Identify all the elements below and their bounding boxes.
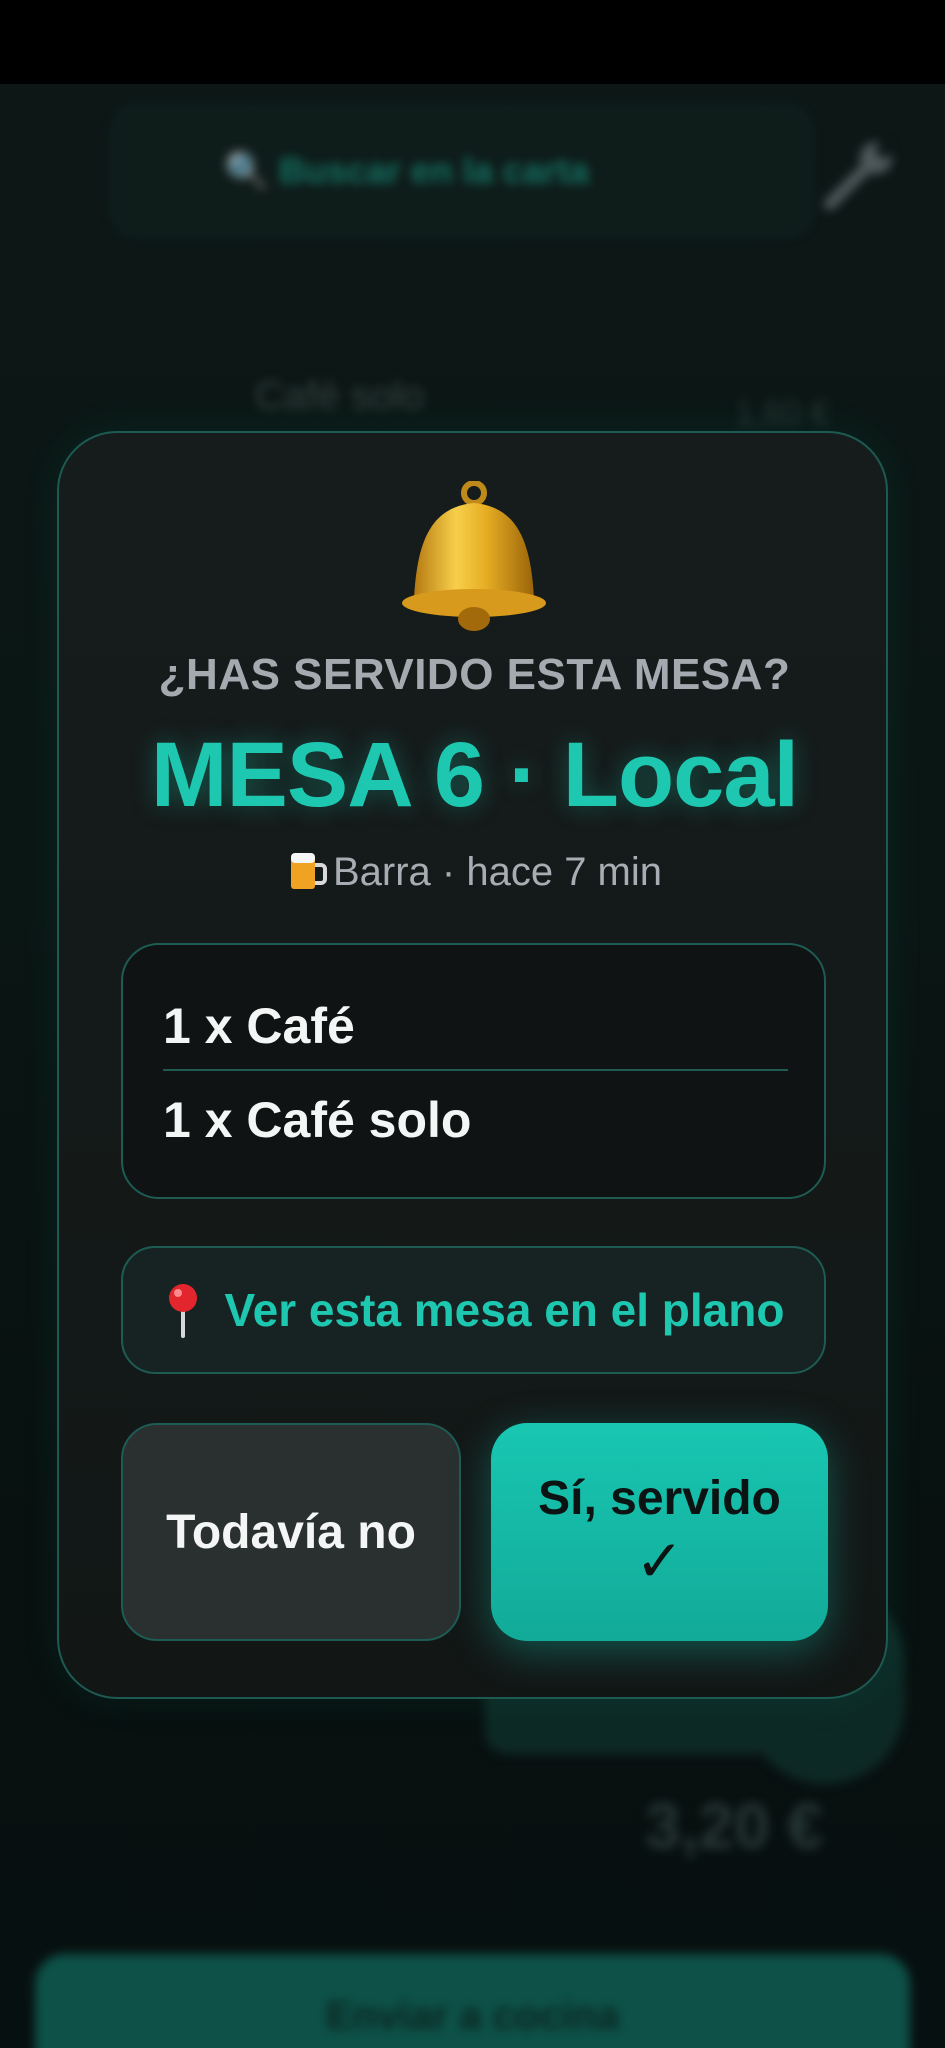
table-title: MESA 6 · Local — [150, 724, 799, 826]
view-table-on-map-label: Ver esta mesa en el plano — [224, 1284, 785, 1336]
bell-icon — [402, 481, 546, 631]
order-items-list: 1 x Café 1 x Café solo — [121, 943, 826, 1199]
background-search-bar: 🔍 Buscar en la carta — [112, 106, 812, 236]
served-confirmation-dialog: ¿HAS SERVIDO ESTA MESA? MESA 6 · Local B… — [57, 431, 888, 1699]
status-bar — [0, 0, 945, 84]
served-label: Sí, servido — [538, 1471, 781, 1525]
background-item-price: 1,60 € — [735, 394, 830, 432]
background-bottom-button-label: Enviar a cocina — [325, 1994, 620, 2038]
background-search-text: 🔍 Buscar en la carta — [224, 150, 589, 191]
order-item: 1 x Café — [163, 998, 355, 1054]
checkmark-icon: ✓ — [635, 1528, 684, 1594]
order-meta-text: Barra · hace 7 min — [332, 850, 663, 894]
view-table-on-map-button[interactable]: Ver esta mesa en el plano — [121, 1246, 826, 1374]
beer-mug-icon — [290, 853, 327, 889]
dialog-question: ¿HAS SERVIDO ESTA MESA? — [158, 650, 791, 699]
order-meta: Barra · hace 7 min — [59, 847, 890, 895]
background-total: 3,20 € — [645, 1790, 823, 1862]
order-divider — [163, 1069, 788, 1071]
served-button[interactable]: Sí, servido ✓ — [491, 1423, 828, 1641]
order-item: 1 x Café solo — [163, 1092, 472, 1148]
background-item-name: Café solo — [255, 374, 424, 418]
not-yet-button[interactable]: Todavía no — [121, 1423, 461, 1641]
map-pin-icon — [168, 1284, 197, 1338]
not-yet-label: Todavía no — [166, 1505, 416, 1559]
wrench-icon — [824, 142, 892, 210]
background-bottom-button: Enviar a cocina — [35, 1954, 910, 2048]
